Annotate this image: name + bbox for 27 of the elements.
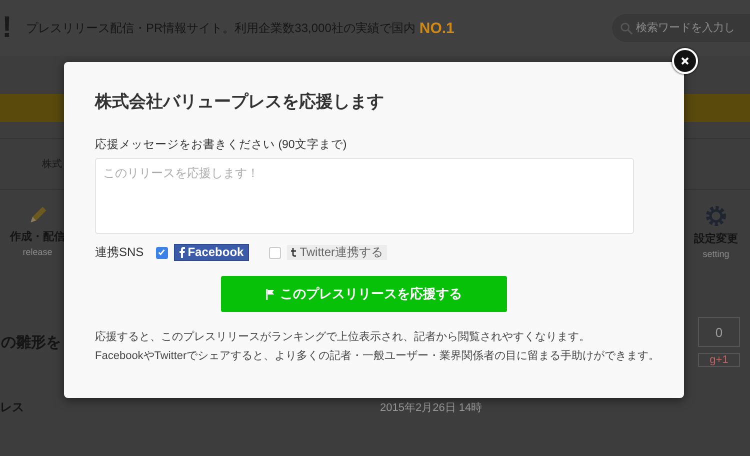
logo[interactable]: ! <box>2 11 26 45</box>
flag-icon <box>266 288 275 300</box>
rank-label: NO.1 <box>419 20 454 36</box>
message-label: 応援メッセージをお書きください (90文字まで) <box>95 137 348 152</box>
dialog-title: 株式会社バリュープレスを応援します <box>95 91 385 113</box>
tool-sublabel: setting <box>702 249 730 259</box>
checkbox[interactable] <box>156 246 168 258</box>
gplus-button[interactable]: g+1 <box>698 353 740 367</box>
close-icon <box>680 56 690 66</box>
info-text: 応援すると、このプレスリリースがランキングで上位表示され、記者から閲覧されやすくなります。 <box>95 330 590 345</box>
share-count: 0 <box>698 317 740 347</box>
gear-icon[interactable] <box>704 204 728 228</box>
checkbox[interactable] <box>268 246 281 258</box>
twitter-icon <box>290 248 297 257</box>
twitter-button[interactable]: Twitter連携する <box>286 245 388 260</box>
search-icon <box>620 22 633 34</box>
search-field[interactable]: 検索ワードを入力し <box>612 14 750 42</box>
sns-label: 連携SNS <box>95 244 144 261</box>
release-date: 2015年2月26日 14時 <box>380 400 482 414</box>
close-button[interactable] <box>672 48 698 74</box>
facebook-button[interactable]: Facebook <box>174 244 249 261</box>
support-button[interactable]: このプレスリリースを応援する <box>221 276 507 312</box>
message-field[interactable]: このリリースを応援します！ <box>95 158 634 234</box>
tool-sublabel: release <box>22 247 52 257</box>
facebook-icon <box>178 247 185 258</box>
search-input[interactable]: 検索ワードを入力し <box>636 22 748 34</box>
info-text: FacebookやTwitterでシェアすると、より多くの記者・一般ユーザー・業界関係者の目に留まる手助けができます。 <box>95 349 660 364</box>
